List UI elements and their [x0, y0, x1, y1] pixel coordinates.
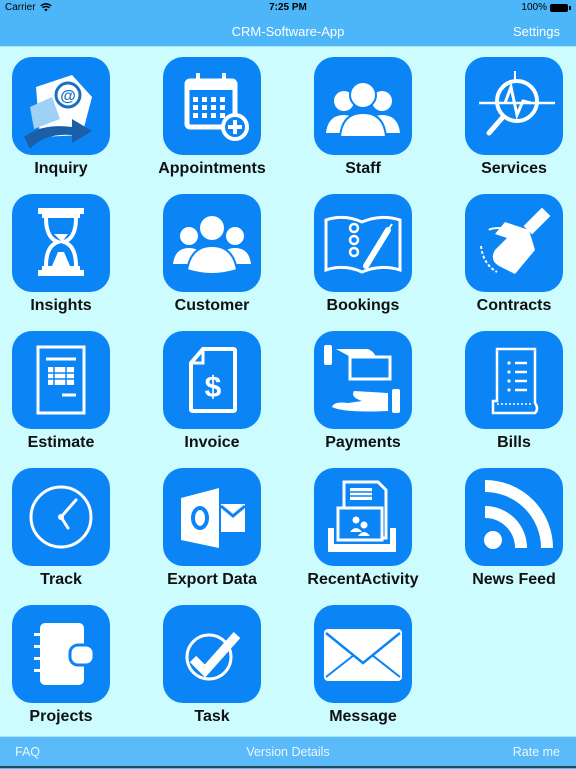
menu-tile-label: Track — [40, 571, 82, 588]
menu-tile-bills[interactable]: Bills — [439, 331, 576, 461]
book-pen-icon[interactable] — [314, 194, 412, 292]
svg-text:$: $ — [205, 371, 222, 404]
menu-tile-label: Contracts — [476, 297, 552, 314]
status-bar: Carrier 7:25 PM 100% — [0, 0, 576, 16]
hourglass-icon[interactable] — [12, 194, 110, 292]
menu-tile-bookings[interactable]: Bookings — [288, 194, 438, 324]
email-at-icon[interactable]: @ — [12, 57, 110, 155]
menu-tile-label: News Feed — [472, 571, 556, 588]
clock-icon[interactable] — [12, 468, 110, 566]
battery-percent: 100% — [521, 2, 547, 13]
menu-tile-export-data[interactable]: Export Data — [137, 468, 287, 598]
menu-tile-label: Estimate — [27, 434, 95, 451]
menu-tile-label: Bills — [497, 434, 531, 451]
menu-tile-label: Insights — [30, 297, 92, 314]
menu-tile-label: Projects — [29, 708, 93, 725]
menu-tile-label: Inquiry — [34, 160, 88, 177]
menu-tile-projects[interactable]: Projects — [0, 605, 136, 735]
footer-toolbar: FAQ Version Details Rate me — [0, 736, 576, 769]
receipt-icon[interactable] — [465, 331, 563, 429]
calendar-add-icon[interactable] — [163, 57, 261, 155]
menu-tile-customer[interactable]: Customer — [137, 194, 287, 324]
menu-tile-estimate[interactable]: Estimate — [0, 331, 136, 461]
planner-icon[interactable] — [12, 605, 110, 703]
menu-tile-label: RecentActivity — [307, 571, 419, 588]
clock: 7:25 PM — [269, 2, 307, 13]
menu-tile-staff[interactable]: Staff — [288, 57, 438, 187]
document-table-icon[interactable] — [12, 331, 110, 429]
menu-tile-message[interactable]: Message — [288, 605, 438, 735]
settings-button[interactable]: Settings — [513, 24, 560, 39]
menu-tile-label: Appointments — [158, 160, 266, 177]
people-group-icon[interactable] — [314, 57, 412, 155]
menu-tile-track[interactable]: Track — [0, 468, 136, 598]
svg-text:@: @ — [60, 88, 76, 105]
menu-tile-services[interactable]: Services — [439, 57, 576, 187]
recent-activity-icon[interactable] — [314, 468, 412, 566]
menu-tile-label: Staff — [345, 160, 381, 177]
menu-tile-label: Message — [329, 708, 397, 725]
menu-tile-label: Task — [194, 708, 230, 725]
menu-tile-task[interactable]: Task — [137, 605, 287, 735]
rate-me-button[interactable]: Rate me — [513, 745, 560, 759]
menu-tile-label: Services — [481, 160, 547, 177]
menu-tile-inquiry[interactable]: @ Inquiry — [0, 57, 136, 187]
menu-tile-label: Export Data — [167, 571, 257, 588]
invoice-dollar-icon[interactable]: $ — [163, 331, 261, 429]
page-title: CRM-Software-App — [231, 24, 345, 39]
customers-icon[interactable] — [163, 194, 261, 292]
divider — [0, 46, 576, 47]
menu-tile-contracts[interactable]: Contracts — [439, 194, 576, 324]
menu-tile-news-feed[interactable]: News Feed — [439, 468, 576, 598]
hand-payment-icon[interactable] — [314, 331, 412, 429]
battery-icon — [550, 3, 571, 12]
menu-tile-insights[interactable]: Insights — [0, 194, 136, 324]
menu-tile-label: Payments — [325, 434, 401, 451]
menu-tile-label: Invoice — [184, 434, 240, 451]
menu-tile-payments[interactable]: Payments — [288, 331, 438, 461]
navigation-bar: CRM-Software-App Settings — [0, 16, 576, 46]
battery-indicator: 100% — [521, 2, 571, 13]
outlook-icon[interactable] — [163, 468, 261, 566]
envelope-icon[interactable] — [314, 605, 412, 703]
check-circle-icon[interactable] — [163, 605, 261, 703]
search-pulse-icon[interactable] — [465, 57, 563, 155]
rss-icon[interactable] — [465, 468, 563, 566]
menu-tile-invoice[interactable]: $ Invoice — [137, 331, 287, 461]
handshake-icon[interactable] — [465, 194, 563, 292]
menu-tile-label: Customer — [174, 297, 250, 314]
version-details-button[interactable]: Version Details — [0, 745, 576, 759]
menu-tile-label: Bookings — [326, 297, 400, 314]
menu-tile-appointments[interactable]: Appointments — [137, 57, 287, 187]
menu-tile-recentactivity[interactable]: RecentActivity — [288, 468, 438, 598]
